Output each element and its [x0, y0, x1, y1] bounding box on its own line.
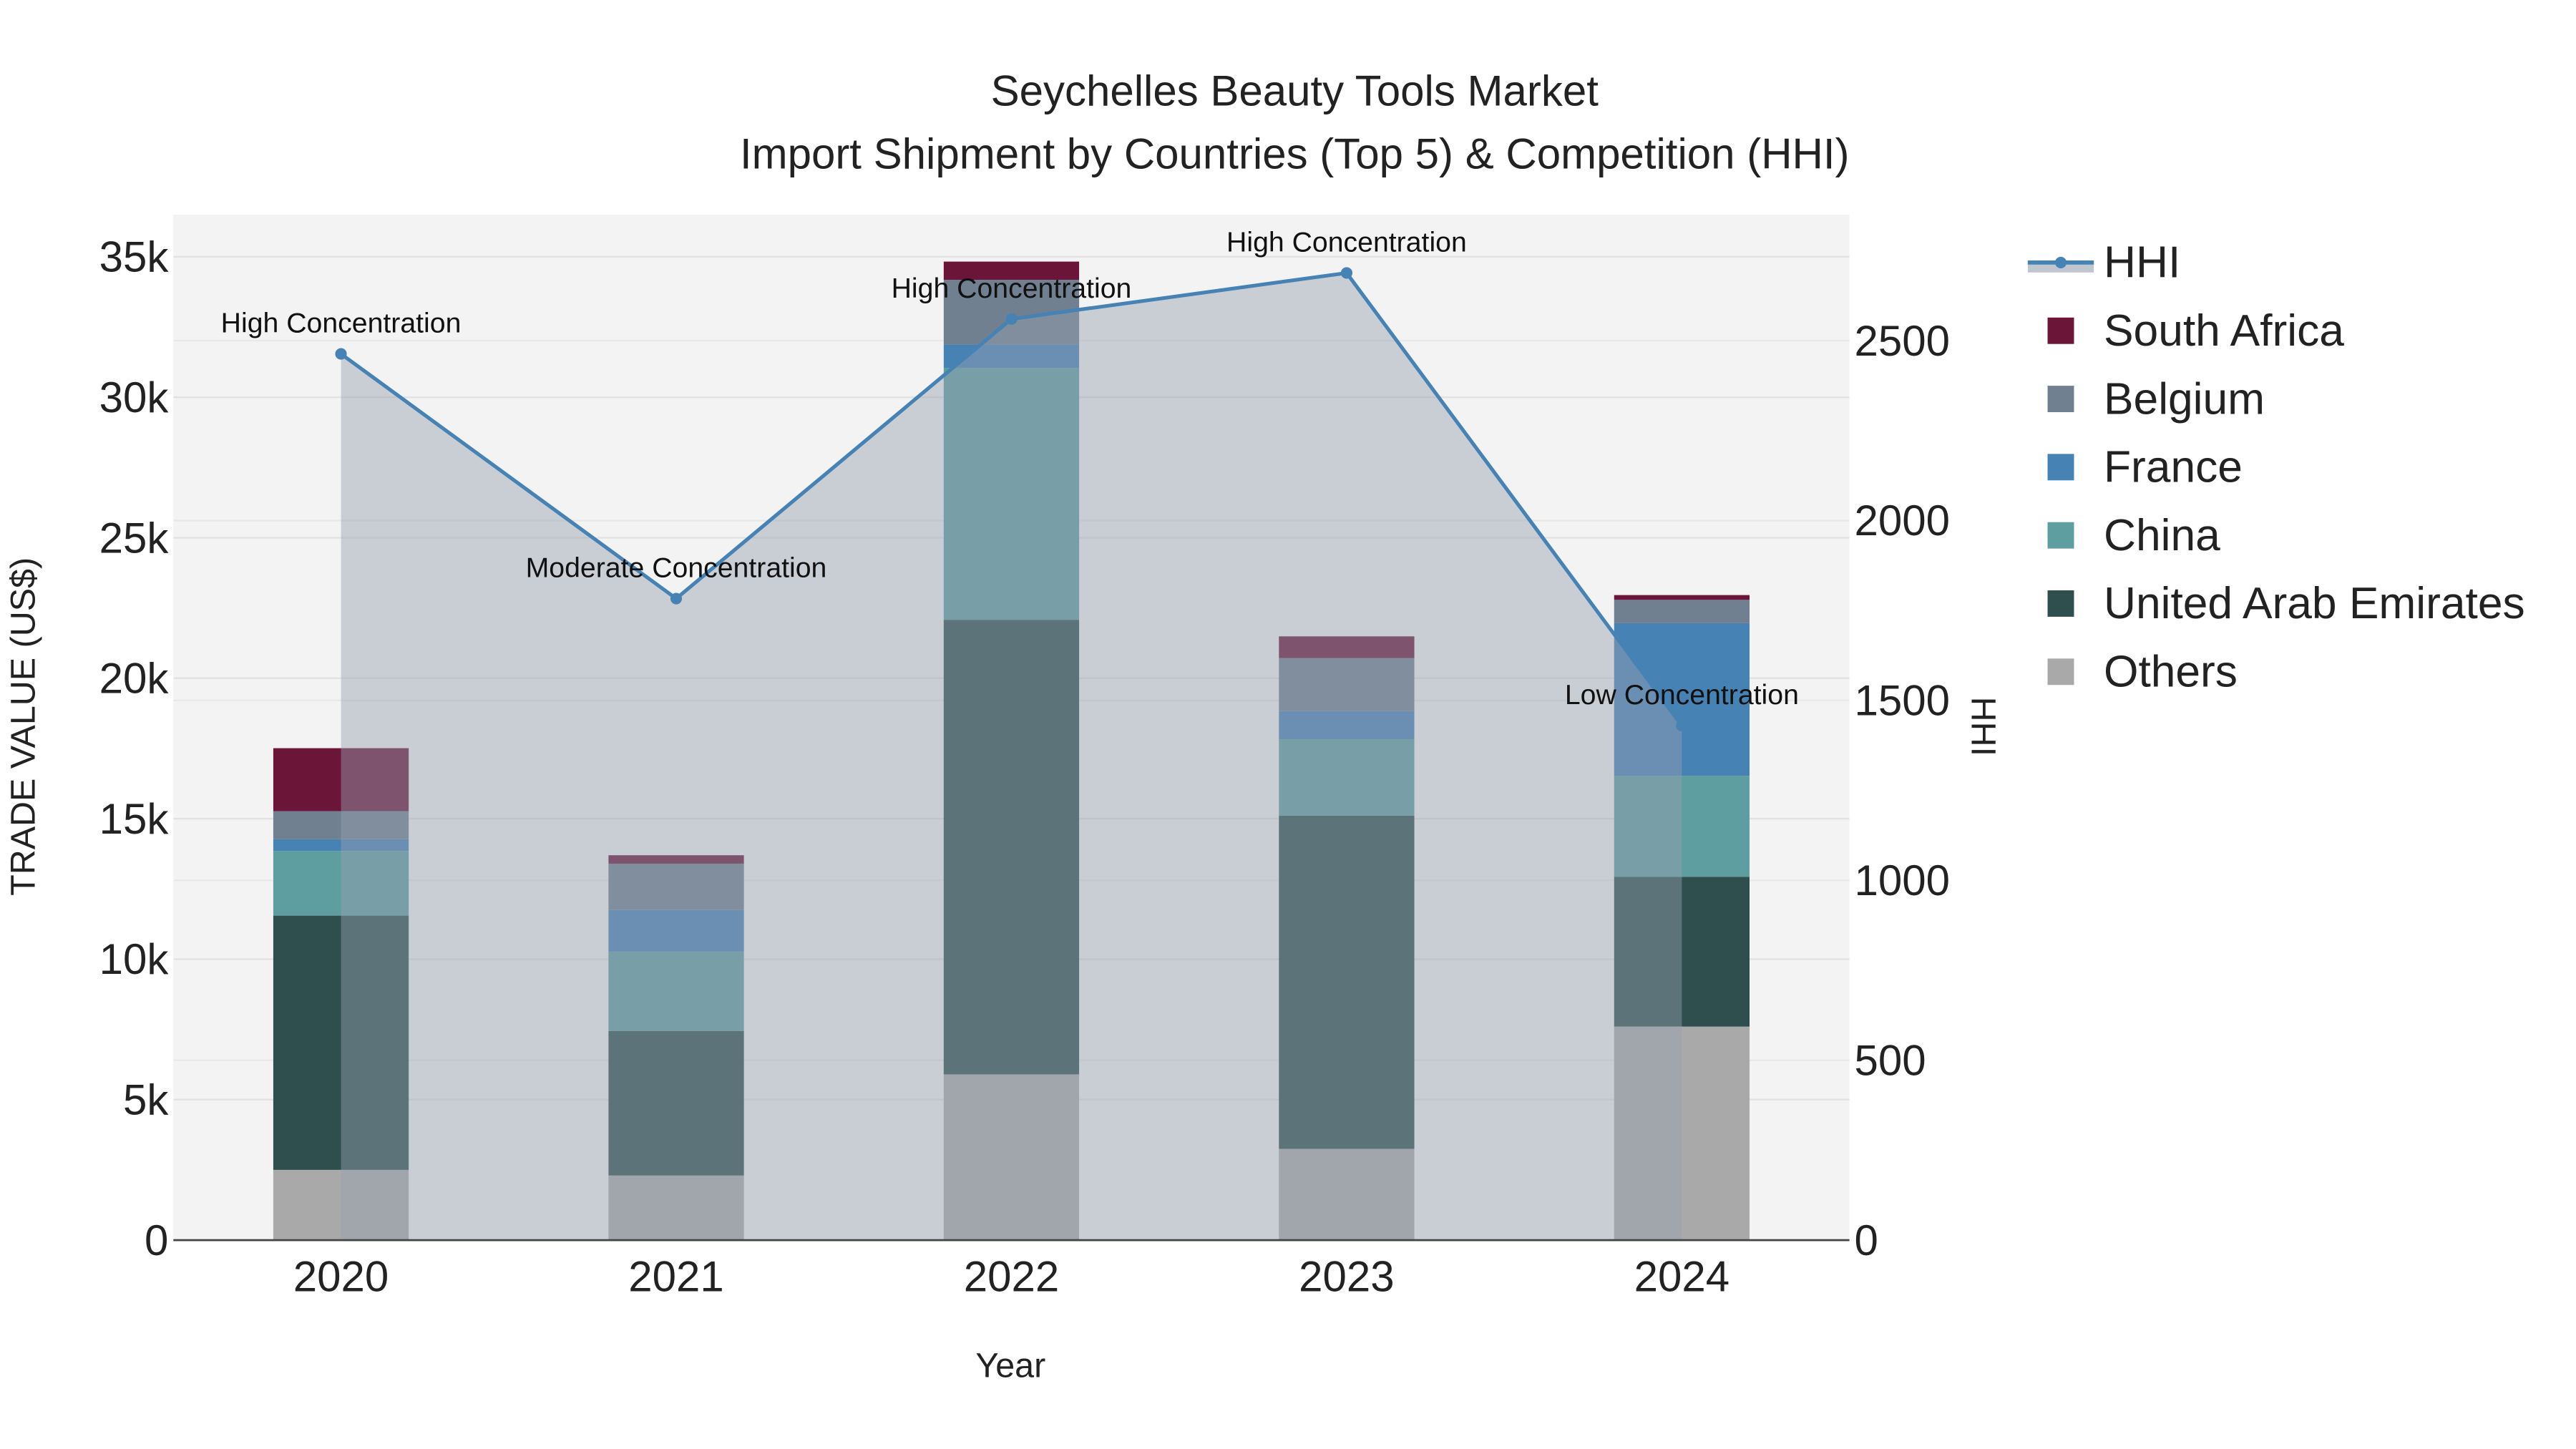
- y-tick-label: 20k: [99, 655, 170, 703]
- chart-title-line1: Seychelles Beauty Tools Market: [991, 67, 1599, 115]
- legend-item[interactable]: Belgium: [2047, 374, 2265, 424]
- x-tick-label: 2021: [628, 1253, 723, 1301]
- legend-item[interactable]: Others: [2047, 648, 2238, 697]
- legend-item[interactable]: France: [2047, 443, 2243, 492]
- y-tick-label: 15k: [99, 795, 170, 843]
- x-tick-label: 2023: [1299, 1253, 1394, 1301]
- hhi-point: [670, 592, 683, 605]
- hhi-point: [1340, 267, 1352, 279]
- y2-tick-label: 500: [1855, 1036, 1926, 1084]
- hhi-annotation: Low Concentration: [1565, 679, 1799, 711]
- chart: High Concentration Moderate Concentration…: [4, 67, 2525, 1385]
- legend-item[interactable]: United Arab Emirates: [2047, 579, 2525, 628]
- hhi-point: [1676, 719, 1688, 732]
- legend-swatch: [2047, 590, 2074, 617]
- y2-tick-label: 2000: [1855, 497, 1950, 545]
- legend-item[interactable]: South Africa: [2047, 306, 2345, 356]
- legend-swatch: [2047, 386, 2074, 412]
- y-tick-label: 35k: [99, 233, 170, 281]
- legend-label: Others: [2104, 648, 2238, 697]
- legend-swatch: [2047, 522, 2074, 549]
- y-tick-label: 0: [145, 1216, 168, 1264]
- x-tick-label: 2022: [964, 1253, 1059, 1301]
- legend-swatch: [2047, 454, 2074, 481]
- x-axis-title: Year: [975, 1347, 1045, 1385]
- hhi-annotation: Moderate Concentration: [526, 552, 827, 584]
- y-tick-label: 5k: [123, 1076, 169, 1124]
- y2-tick-label: 1500: [1855, 677, 1950, 725]
- legend-label: South Africa: [2104, 306, 2344, 356]
- legend-item[interactable]: HHI: [2027, 238, 2180, 288]
- hhi-point: [335, 348, 347, 360]
- y2-tick-label: 2500: [1855, 317, 1950, 365]
- hhi-point: [1005, 313, 1018, 325]
- x-tick-label: 2024: [1634, 1253, 1729, 1301]
- legend-label: France: [2104, 443, 2243, 492]
- hhi-annotation: High Concentration: [221, 308, 462, 339]
- hhi-annotation: High Concentration: [1226, 226, 1467, 258]
- y2-axis-title: HHI: [1963, 697, 2002, 756]
- legend-item[interactable]: China: [2047, 511, 2221, 560]
- legend-label: United Arab Emirates: [2104, 579, 2525, 628]
- legend-swatch: [2047, 317, 2074, 344]
- hhi-annotation: High Concentration: [892, 273, 1132, 304]
- legend-swatch-hhi-marker: [2054, 256, 2067, 268]
- legend-swatch: [2047, 658, 2074, 686]
- y-axis-title: TRADE VALUE (US$): [4, 557, 42, 896]
- bar-belgium: [1614, 600, 1750, 623]
- y-tick-label: 10k: [99, 935, 170, 983]
- legend-label: Belgium: [2104, 374, 2265, 424]
- legend-label: China: [2104, 511, 2220, 560]
- legend-label: HHI: [2104, 238, 2180, 288]
- y-tick-label: 25k: [99, 514, 170, 562]
- y2-tick-label: 0: [1855, 1216, 1878, 1264]
- bar-south-africa: [1614, 595, 1750, 600]
- legend: HHI South Africa Belgium France China United …: [2027, 238, 2525, 697]
- chart-title-line2: Import Shipment by Countries (Top 5) & C…: [740, 130, 1850, 177]
- x-tick-label: 2020: [293, 1253, 389, 1301]
- y-tick-label: 30k: [99, 374, 170, 421]
- y2-tick-label: 1000: [1855, 857, 1950, 904]
